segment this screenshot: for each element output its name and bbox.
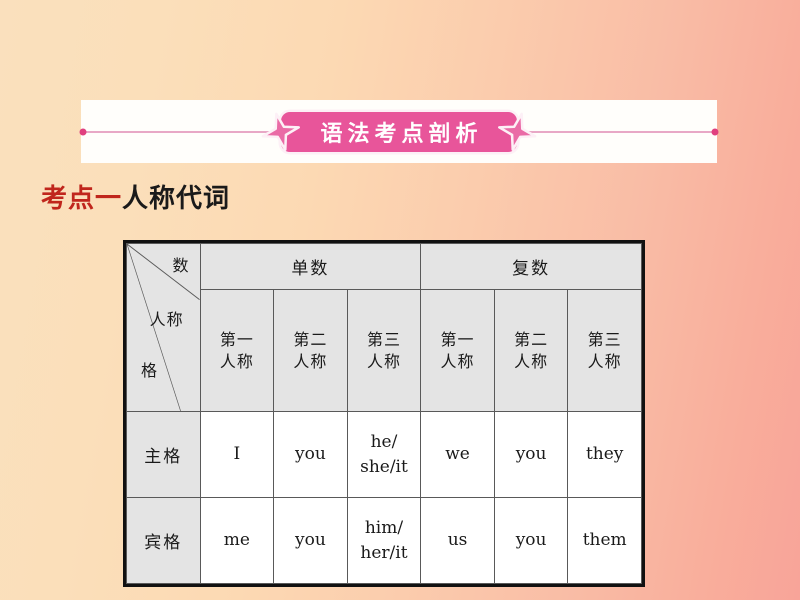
pronoun-cell: me — [199, 497, 275, 584]
page-title: 考点一人称代词 — [41, 178, 230, 215]
pronoun-line: us — [447, 530, 468, 551]
personal-pronoun-table: 数 人称 格 单数 复数 第一 人称 第二 人称 第三 人称 第一 人称 第二 … — [123, 240, 645, 587]
person-header-cell: 第二 人称 — [273, 289, 348, 412]
person-header-line1: 第三 — [587, 329, 622, 349]
pronoun-cell: you — [493, 411, 569, 498]
person-header-line2: 人称 — [219, 351, 254, 371]
person-header-line2: 人称 — [293, 351, 328, 371]
corner-label-person: 人称 — [149, 310, 184, 329]
pronoun-line: you — [295, 530, 326, 551]
pronoun-line: I — [233, 444, 241, 465]
group-header-singular: 单数 — [199, 243, 422, 290]
case-label-subjective: 主格 — [126, 411, 201, 498]
table-header-row-persons: 第一 人称 第二 人称 第三 人称 第一 人称 第二 人称 第三 人称 — [127, 289, 642, 412]
person-header-line2: 人称 — [587, 351, 622, 371]
pronoun-cell: him/ her/it — [346, 497, 422, 584]
pronoun-cell: I — [199, 411, 275, 498]
pronoun-cell: they — [567, 411, 642, 498]
pronoun-cell: you — [273, 411, 348, 498]
corner-header-cell: 数 人称 格 — [126, 243, 201, 412]
banner-rule-dot-right — [711, 128, 719, 135]
pronoun-line: she/it — [360, 456, 408, 477]
pronoun-cell: he/ she/it — [346, 411, 422, 498]
corner-label-case: 格 — [141, 361, 159, 380]
group-header-plural: 复数 — [420, 243, 642, 290]
pronoun-cell: you — [493, 497, 569, 584]
pronoun-cell: we — [420, 411, 495, 498]
pronoun-line: her/it — [360, 542, 408, 563]
section-name: 人称代词 — [122, 184, 231, 214]
pronoun-line: you — [515, 530, 547, 551]
person-header-line1: 第三 — [366, 329, 401, 349]
person-header-line1: 第一 — [440, 329, 475, 349]
person-header-cell: 第二 人称 — [493, 289, 569, 412]
person-header-line2: 人称 — [366, 351, 401, 371]
pronoun-line: him/ — [364, 517, 404, 538]
pronoun-line: you — [295, 444, 326, 465]
pronoun-cell: them — [567, 497, 642, 584]
table-header-row-groups: 数 人称 格 单数 复数 — [126, 243, 642, 412]
pronoun-line: me — [223, 530, 250, 551]
pronoun-cell: you — [273, 497, 348, 584]
table-row: 宾格 me you him/ her/it us you them — [126, 497, 642, 584]
pronoun-cell: us — [420, 497, 495, 584]
table-row: 主格 I you he/ she/it we you they — [126, 411, 642, 498]
pronoun-grid: 数 人称 格 单数 复数 第一 人称 第二 人称 第三 人称 第一 人称 第二 … — [126, 243, 642, 584]
person-header-line2: 人称 — [514, 351, 549, 371]
person-header-cell: 第三 人称 — [567, 289, 642, 412]
case-label-objective: 宾格 — [126, 497, 201, 584]
pronoun-line: you — [515, 444, 547, 465]
person-header-line2: 人称 — [440, 351, 475, 371]
person-header-line1: 第一 — [219, 329, 254, 349]
pronoun-line: them — [582, 530, 627, 551]
pronoun-line: he/ — [370, 431, 398, 452]
pronoun-line: we — [445, 444, 470, 465]
person-header-line1: 第二 — [514, 329, 549, 349]
person-header-cell: 第三 人称 — [346, 289, 422, 412]
section-number: 考点一 — [41, 184, 123, 214]
person-header-line1: 第二 — [293, 329, 328, 349]
pronoun-line: they — [585, 444, 624, 465]
person-header-cell: 第一 人称 — [420, 289, 495, 412]
corner-label-number: 数 — [172, 256, 190, 275]
person-header-cell: 第一 人称 — [199, 289, 275, 412]
title-banner: 语法考点剖析 — [79, 100, 719, 163]
banner-rule-dot-left — [79, 128, 87, 135]
banner-rule — [81, 130, 717, 133]
